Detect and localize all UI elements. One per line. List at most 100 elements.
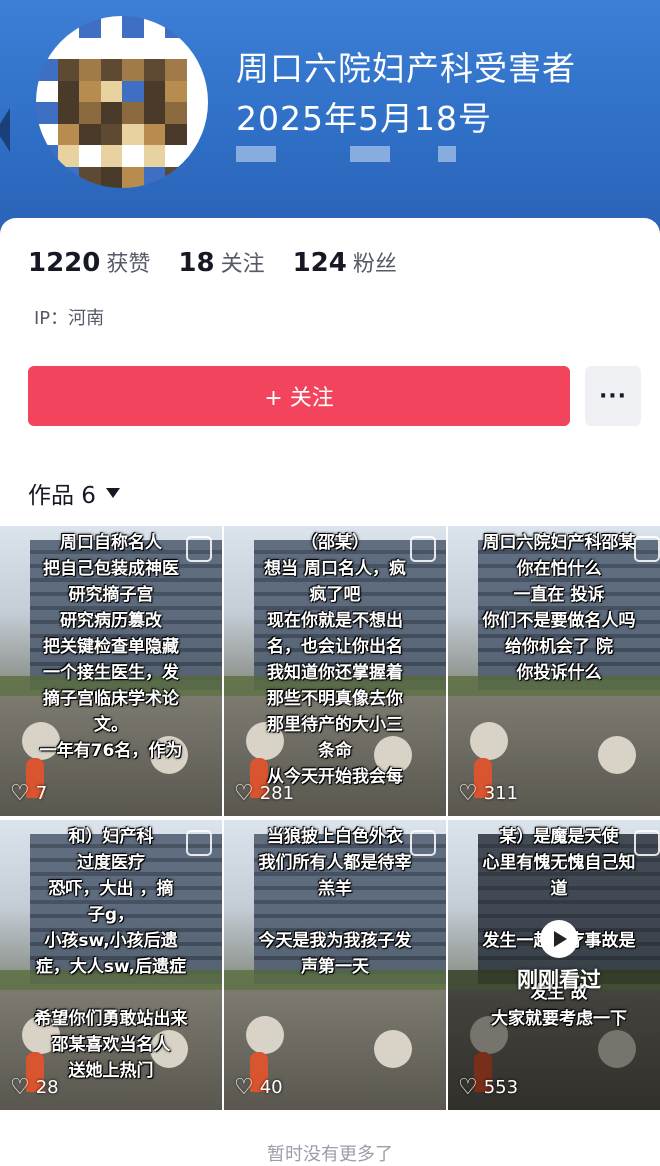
stat-value: 18 [178, 248, 215, 278]
play-icon[interactable] [540, 920, 578, 958]
caption-line: 把自己包装成神医 [43, 559, 179, 579]
heart-icon: ♡ [458, 1075, 478, 1100]
heart-icon: ♡ [234, 781, 254, 806]
back-chevron-icon[interactable] [0, 108, 10, 152]
caption-line: 症，大人sw,后遗症 [35, 957, 187, 977]
no-more-text: 暂时没有更多了 [267, 1144, 393, 1165]
like-count: ♡ 311 [458, 781, 518, 806]
caption-line: 想当 周口名人，疯 [264, 559, 406, 579]
caption-line: 一年有76名，作为 [39, 741, 183, 761]
video-caption: （邵某） 想当 周口名人，疯 疯了吧现在你就是不想出 名，也会让你出名 我知道你还掌握着… [230, 530, 440, 790]
video-tile[interactable]: 周口六院妇产科邵某 你在怕什么一直在 投诉你们不是要做名人吗 给你机会了 院你投诉什… [448, 526, 660, 816]
like-count-value: 7 [35, 783, 48, 804]
caption-line: 周口六院妇产科邵某 [482, 533, 636, 553]
heart-icon: ♡ [234, 1075, 254, 1100]
like-count-value: 281 [259, 783, 295, 804]
follow-button[interactable]: + 关注 [28, 366, 570, 426]
stat-value: 1220 [28, 248, 101, 278]
caption-line: 过度医疗 [77, 853, 145, 873]
stat-followers[interactable]: 124 粉丝 [293, 246, 397, 278]
heart-icon: ♡ [10, 781, 30, 806]
like-count: ♡ 7 [10, 781, 47, 806]
caption-line: 疯了吧 [309, 585, 361, 605]
stat-label: 粉丝 [352, 252, 397, 277]
caption-line: 你们不是要做名人吗 [482, 611, 636, 631]
tab-works-label: 作品 6 [28, 483, 96, 509]
stats-row: 1220 获赞 18 关注 124 粉丝 [28, 246, 425, 278]
avatar[interactable] [36, 16, 208, 188]
multi-select-icon [410, 830, 436, 856]
caption-line: 把关键检查单隐藏 [43, 637, 179, 657]
tab-works[interactable]: 作品 6 [28, 476, 120, 510]
caption-line: 名，也会让你出名 [267, 637, 403, 657]
like-count: ♡ 281 [234, 781, 294, 806]
heart-icon: ♡ [458, 781, 478, 806]
video-tile[interactable]: 某）是魔是天使心里有愧无愧自己知道 发生一起医疗事故是 发生 故大家就要考虑一下… [448, 820, 660, 1110]
video-caption: 和）妇产科 过度医疗 恐吓，大出 ，摘 子g， 小孩sw,小孩后遗 症，大人sw,后遗症 … [6, 824, 216, 1084]
stat-label: 关注 [220, 252, 265, 277]
recently-watched-label: 刚刚看过 [517, 968, 601, 992]
multi-select-icon [186, 830, 212, 856]
caption-line [6, 980, 216, 1006]
caption-line: 一直在 投诉 [513, 585, 605, 605]
like-count-value: 28 [35, 1077, 59, 1098]
caption-line: （邵某） [301, 533, 369, 553]
caption-line: 摘子宫临床学术论 [43, 689, 179, 709]
caption-line: 希望你们勇敢站出来 [34, 1009, 188, 1029]
more-options-button[interactable]: ··· [585, 366, 641, 426]
stat-label: 获赞 [106, 252, 151, 277]
like-count-value: 311 [483, 783, 519, 804]
profile-date: 2025年5月18号 [236, 99, 492, 138]
caption-line: 恐吓，大出 ，摘 [48, 879, 174, 899]
heart-icon: ♡ [10, 1075, 30, 1100]
caption-line: 道 [550, 879, 568, 899]
caption-line: 某）是魔是天使 [499, 827, 619, 847]
caption-line: 子g， [87, 905, 135, 925]
stat-likes: 1220 获赞 [28, 246, 150, 278]
video-tile[interactable]: 和）妇产科 过度医疗 恐吓，大出 ，摘 子g， 小孩sw,小孩后遗 症，大人sw,后遗症 … [0, 820, 222, 1110]
like-count: ♡ 553 [458, 1075, 518, 1100]
caption-line: 我们所有人都是待宰 [258, 853, 412, 873]
like-count: ♡ 28 [10, 1075, 59, 1100]
stat-following[interactable]: 18 关注 [178, 246, 264, 278]
caption-line: 你投诉什么 [516, 663, 602, 683]
blurred-text [350, 146, 390, 162]
caret-down-icon [105, 488, 120, 498]
caption-line [230, 902, 440, 928]
like-count-value: 553 [483, 1077, 519, 1098]
caption-line: 我知道你还掌握着 [267, 663, 403, 683]
caption-line: 大家就要考虑一下 [491, 1009, 627, 1029]
stat-value: 124 [292, 248, 347, 278]
caption-line: 文。 [94, 715, 128, 735]
profile-header: 周口六院妇产科受害者 2025年5月18号 [0, 0, 660, 240]
multi-select-icon [410, 536, 436, 562]
like-count: ♡ 40 [234, 1075, 283, 1100]
multi-select-icon [634, 536, 660, 562]
ip-location: IP：河南 [34, 308, 105, 329]
video-caption: 当狼披上白色外衣 我们所有人都是待宰 羔羊 今天是我为我孩子发 声第一天 [230, 824, 440, 980]
caption-line: 邵某喜欢当名人 [51, 1035, 171, 1055]
caption-line: 心里有愧无愧自己知 [482, 853, 636, 873]
video-caption: 周口六院妇产科邵某 你在怕什么一直在 投诉你们不是要做名人吗 给你机会了 院你投诉什… [454, 530, 660, 686]
caption-line: 那里待产的大小三 [267, 715, 403, 735]
caption-line: 小孩sw,小孩后遗 [44, 931, 178, 951]
video-caption: 周口自称名人 把自己包装成神医 研究摘子宫 研究病历篡改 把关键检查单隐藏 一个接生医生，… [6, 530, 216, 764]
video-tile[interactable]: 周口自称名人 把自己包装成神医 研究摘子宫 研究病历篡改 把关键检查单隐藏 一个接生医生，… [0, 526, 222, 816]
caption-line: 当狼披上白色外衣 [267, 827, 403, 847]
multi-select-icon [634, 830, 660, 856]
caption-line: 今天是我为我孩子发 [258, 931, 412, 951]
profile-card: 1220 获赞 18 关注 124 粉丝 IP：河南 + 关注 ··· 作品 6… [0, 218, 660, 1150]
caption-line: 那些不明真像去你 [267, 689, 403, 709]
caption-line: 条命 [318, 741, 352, 761]
caption-line: 现在你就是不想出 [267, 611, 403, 631]
video-tile[interactable]: （邵某） 想当 周口名人，疯 疯了吧现在你就是不想出 名，也会让你出名 我知道你还掌握着… [224, 526, 446, 816]
blurred-text [236, 146, 276, 162]
caption-line: 一个接生医生，发 [43, 663, 179, 683]
caption-line: 你在怕什么 [516, 559, 602, 579]
video-tile[interactable]: 当狼披上白色外衣 我们所有人都是待宰 羔羊 今天是我为我孩子发 声第一天 ♡ 40 [224, 820, 446, 1110]
caption-line: 研究病历篡改 [60, 611, 162, 631]
caption-line: 给你机会了 院 [505, 637, 613, 657]
caption-line: 羔羊 [318, 879, 352, 899]
multi-select-icon [186, 536, 212, 562]
recently-watched-overlay: 刚刚看过 [448, 920, 660, 994]
